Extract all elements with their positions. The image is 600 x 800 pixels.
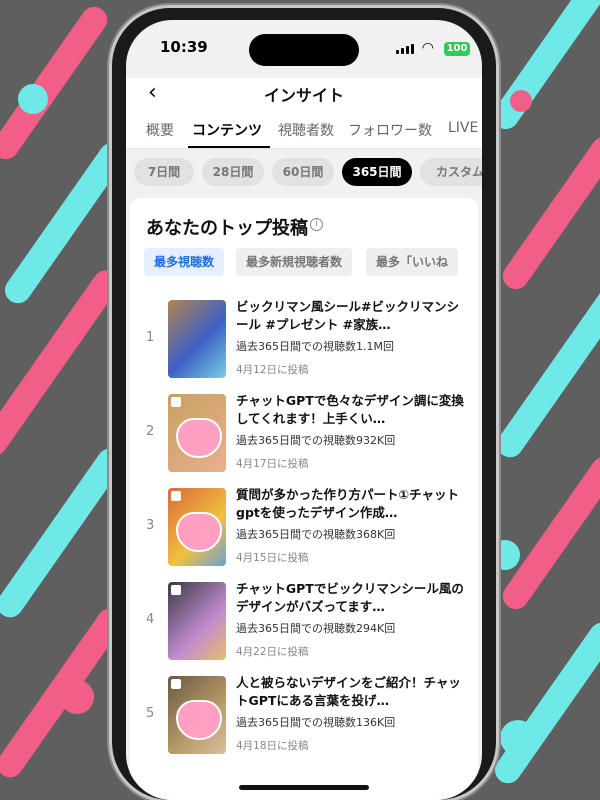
post-rank: 4 [146,612,155,627]
post-views: 過去365日間での視聴数136K回 [236,716,396,729]
section-title: あなたのトップ投稿 [146,218,308,239]
post-rank: 1 [146,330,155,345]
post-thumbnail [168,676,226,754]
metric-tab-views[interactable]: 最多視聴数 [144,248,225,276]
signal-icon [396,44,414,54]
app-header: ‹ インサイト [126,78,482,108]
post-rank: 2 [146,424,155,439]
bg-stripe [489,617,600,789]
post-row[interactable]: 5 人と被らないデザインをご紹介！チャットGPTにある言葉を投げ… 過去365日… [130,672,478,764]
metric-tab-likes[interactable]: 最多「いいね [366,248,459,276]
post-title: チャットGPTで色々なデザイン調に変換してくれます！上手くい… [236,393,464,426]
metric-tabs: 最多視聴数 最多新規視聴者数 最多「いいね [144,248,478,278]
heart-graphic [176,700,222,740]
post-thumbnail [168,582,226,660]
info-icon[interactable]: i [310,218,323,231]
dynamic-island [249,34,359,66]
filter-365-days[interactable]: 365日間 [342,158,412,186]
heart-graphic [176,512,222,552]
post-row[interactable]: 3 質問が多かった作り方パート①チャットgptを使ったデザイン作成… 過去365… [130,484,478,576]
filter-60-days[interactable]: 60日間 [272,158,334,186]
post-views: 過去365日間での視聴数368K回 [236,528,396,541]
bg-dot [500,720,536,756]
battery-icon: 100 [444,42,470,56]
post-date: 4月22日に投稿 [236,646,309,658]
photo-icon [171,491,181,501]
post-row[interactable]: 2 チャットGPTで色々なデザイン調に変換してくれます！上手くい… 過去365日… [130,390,478,482]
tab-bar: 概要 コンテンツ 視聴者数 フォロワー数 LIVE [126,108,482,149]
page-title: インサイト [263,86,344,105]
tab-viewers[interactable]: 視聴者数 [278,120,334,140]
phone-frame: 10:39 ◠ 100 ‹ インサイト 概要 コンテンツ 視聴者数 フォロワー数… [112,8,496,800]
post-title: チャットGPTでビックリマンシール風のデザインがバズってます… [236,581,464,614]
bg-stripe [497,131,600,295]
filter-28-days[interactable]: 28日間 [202,158,264,186]
bg-dot [18,84,48,114]
tab-overview[interactable]: 概要 [146,120,174,140]
bg-stripe [491,283,600,463]
post-row[interactable]: 4 チャットGPTでビックリマンシール風のデザインがバズってます… 過去365日… [130,578,478,670]
home-indicator[interactable] [239,785,369,790]
post-views: 過去365日間での視聴数932K回 [236,434,396,447]
post-title: 人と被らないデザインをご紹介！チャットGPTにある言葉を投げ… [236,675,461,708]
post-row[interactable]: 1 ビックリマン風シール#ビックリマンシール #プレゼント #家族… 過去365… [130,296,478,388]
photo-icon [171,679,181,689]
filter-7-days[interactable]: 7日間 [134,158,194,186]
photo-icon [171,585,181,595]
post-thumbnail [168,488,226,566]
tab-content[interactable]: コンテンツ [192,120,262,140]
post-rank: 3 [146,518,155,533]
top-posts-card: あなたのトップ投稿 i 最多視聴数 最多新規視聴者数 最多「いいね 1 ビックリ… [130,198,478,800]
post-date: 4月18日に投稿 [236,740,309,752]
photo-icon [171,397,181,407]
tab-followers[interactable]: フォロワー数 [348,120,432,140]
bg-stripe [0,443,129,623]
post-date: 4月17日に投稿 [236,458,309,470]
filter-custom[interactable]: カスタム [420,158,482,186]
metric-tab-new-viewers[interactable]: 最多新規視聴者数 [236,248,353,276]
post-rank: 5 [146,706,155,721]
bg-stripe [497,451,600,615]
post-views: 過去365日間での視聴数1.1M回 [236,340,394,353]
bg-stripe [0,1,113,165]
post-thumbnail [168,394,226,472]
bg-stripe [487,0,600,135]
date-filter-bar: 7日間 28日間 60日間 365日間 カスタム [126,148,482,194]
tab-live[interactable]: LIVE [448,120,478,136]
status-time: 10:39 [160,38,208,56]
bg-dot [510,90,532,112]
heart-graphic [176,418,222,458]
wifi-icon: ◠ [421,40,434,56]
phone-screen: 10:39 ◠ 100 ‹ インサイト 概要 コンテンツ 視聴者数 フォロワー数… [126,20,482,800]
post-date: 4月15日に投稿 [236,552,309,564]
bg-dot [60,680,94,714]
post-views: 過去365日間での視聴数294K回 [236,622,396,635]
post-title: ビックリマン風シール#ビックリマンシール #プレゼント #家族… [236,299,459,332]
post-thumbnail [168,300,226,378]
post-title: 質問が多かった作り方パート①チャットgptを使ったデザイン作成… [236,487,459,520]
post-date: 4月12日に投稿 [236,364,309,376]
